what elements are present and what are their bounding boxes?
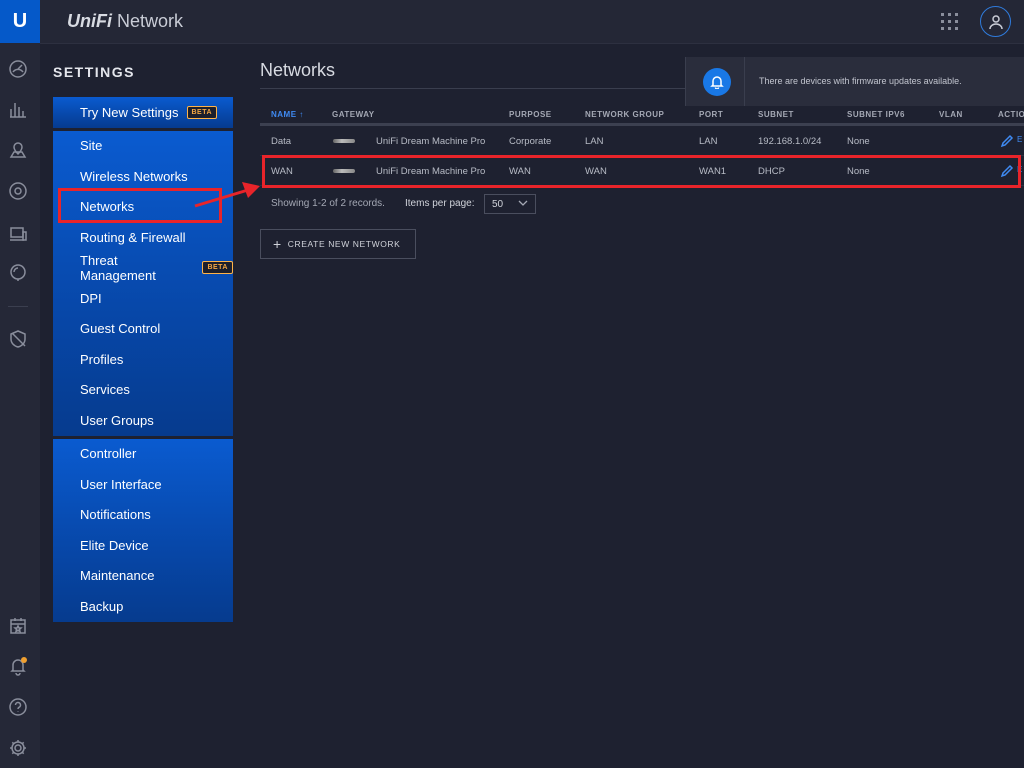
top-bar: UniFi Network [40, 0, 1024, 44]
app-rail: U [0, 0, 40, 768]
col-subnet[interactable]: SUBNET [758, 110, 794, 119]
map-icon[interactable] [7, 139, 29, 161]
settings-nav-group: Try New Settings BETA [53, 97, 233, 128]
col-subnet-ipv6[interactable]: SUBNET IPV6 [847, 110, 905, 119]
create-button-label: CREATE NEW NETWORK [287, 239, 401, 249]
bell-icon [703, 68, 731, 96]
cell-purpose: Corporate [509, 136, 552, 147]
beta-badge: BETA [186, 105, 218, 119]
insights-icon[interactable] [7, 262, 29, 284]
edit-pencil-icon[interactable] [1000, 134, 1014, 148]
cell-name: Data [271, 136, 292, 147]
nav-item-label: Routing & Firewall [80, 229, 186, 245]
nav-item-label: Profiles [80, 351, 124, 367]
brand-name: Network [117, 11, 184, 31]
user-icon [988, 14, 1003, 29]
statistics-icon[interactable] [7, 98, 29, 120]
events-calendar-icon[interactable] [7, 615, 29, 637]
items-per-page-label: Items per page: [405, 198, 475, 209]
settings-nav-item-backup[interactable]: Backup [53, 591, 233, 622]
settings-nav-item-elite-device[interactable]: Elite Device [53, 530, 233, 561]
firmware-update-toast[interactable]: There are devices with firmware updates … [685, 57, 1024, 106]
threat-shield-icon[interactable] [7, 328, 29, 350]
nav-item-label: Guest Control [80, 321, 161, 337]
chevron-down-icon [518, 198, 528, 208]
col-network-group[interactable]: NETWORK GROUP [585, 110, 664, 119]
cell-subnet-ipv6: None [847, 136, 870, 147]
cell-network-group: LAN [585, 136, 604, 147]
cell-gateway: UniFi Dream Machine Pro [376, 136, 486, 147]
title-divider [260, 88, 690, 89]
col-name[interactable]: NAME ↑ [271, 110, 304, 119]
gateway-device-icon [333, 139, 355, 143]
annotation-arrow [194, 182, 260, 208]
col-purpose[interactable]: PURPOSE [509, 110, 552, 119]
table-row[interactable]: Data UniFi Dream Machine Pro Corporate L… [260, 126, 1024, 156]
toast-message: There are devices with firmware updates … [759, 76, 962, 86]
cell-port: LAN [699, 136, 718, 147]
nav-item-label: Backup [80, 598, 124, 614]
nav-item-label: Wireless Networks [80, 168, 188, 184]
items-per-page-value: 50 [492, 199, 504, 210]
brand-prefix: UniFi [67, 11, 112, 31]
items-per-page-select[interactable]: 50 [484, 194, 536, 214]
rail-divider [8, 306, 28, 307]
dashboard-icon[interactable] [7, 58, 29, 80]
settings-nav-item-user-groups[interactable]: User Groups [53, 405, 233, 436]
settings-gear-icon[interactable] [7, 737, 29, 759]
col-gateway[interactable]: GATEWAY [332, 110, 375, 119]
create-new-network-button[interactable]: + CREATE NEW NETWORK [260, 229, 416, 259]
edit-link[interactable]: E [1017, 135, 1022, 144]
settings-nav-item-notifications[interactable]: Notifications [53, 500, 233, 531]
nav-item-label: Controller [80, 446, 137, 462]
nav-item-label: DPI [80, 290, 102, 306]
settings-nav-item-services[interactable]: Services [53, 375, 233, 406]
clients-icon[interactable] [7, 223, 29, 245]
settings-nav-item-routing-firewall[interactable]: Routing & Firewall [53, 222, 233, 253]
settings-nav-item-maintenance[interactable]: Maintenance [53, 561, 233, 592]
devices-icon[interactable] [7, 180, 29, 202]
nav-item-label: User Groups [80, 412, 154, 428]
beta-badge: BETA [202, 261, 233, 275]
nav-item-label: User Interface [80, 476, 162, 492]
networks-table-header: NAME ↑ GATEWAY PURPOSE NETWORK GROUP POR… [260, 104, 1024, 126]
nav-item-label: Site [80, 138, 103, 154]
settings-nav-group: Controller User Interface Notifications Eli… [53, 438, 233, 622]
settings-nav-item-site[interactable]: Site [53, 131, 233, 162]
records-count: Showing 1-2 of 2 records. [271, 198, 385, 209]
page-title: Networks [260, 60, 336, 80]
settings-heading: SETTINGS [53, 64, 136, 80]
col-vlan[interactable]: VLAN [939, 110, 963, 119]
settings-nav-item-threat-management[interactable]: Threat Management BETA [53, 253, 233, 284]
app-brand[interactable]: UniFi Network [67, 11, 183, 32]
nav-item-label: Threat Management [80, 252, 156, 283]
plus-icon: + [273, 236, 282, 252]
app-launcher-grid-icon[interactable] [941, 13, 959, 31]
settings-nav-item-guest-control[interactable]: Guest Control [53, 314, 233, 345]
settings-nav-item-controller[interactable]: Controller [53, 439, 233, 470]
settings-nav-item-profiles[interactable]: Profiles [53, 344, 233, 375]
cell-subnet: 192.168.1.0/24 [758, 136, 822, 147]
user-avatar[interactable] [980, 6, 1011, 37]
nav-item-label: Try New Settings [80, 104, 179, 120]
alert-indicator-dot [21, 657, 27, 663]
col-port[interactable]: PORT [699, 110, 723, 119]
logo-letter: U [12, 10, 28, 32]
nav-item-label: Notifications [80, 507, 151, 523]
nav-item-label: Maintenance [80, 568, 155, 584]
settings-nav-item-user-interface[interactable]: User Interface [53, 469, 233, 500]
toast-divider [744, 57, 745, 106]
settings-nav-item-try-new-settings[interactable]: Try New Settings BETA [53, 97, 233, 128]
nav-item-label: Services [80, 382, 130, 398]
col-actions: ACTIO [998, 110, 1024, 119]
help-icon[interactable] [7, 696, 29, 718]
nav-item-label: Elite Device [80, 537, 149, 553]
settings-nav-item-dpi[interactable]: DPI [53, 283, 233, 314]
wan-row-highlight-box [262, 155, 1021, 188]
settings-nav: Try New Settings BETA Site Wireless Network… [53, 97, 233, 625]
settings-nav-group: Site Wireless Networks Networks Routing & F… [53, 130, 233, 436]
ubiquiti-logo[interactable]: U [0, 0, 40, 43]
